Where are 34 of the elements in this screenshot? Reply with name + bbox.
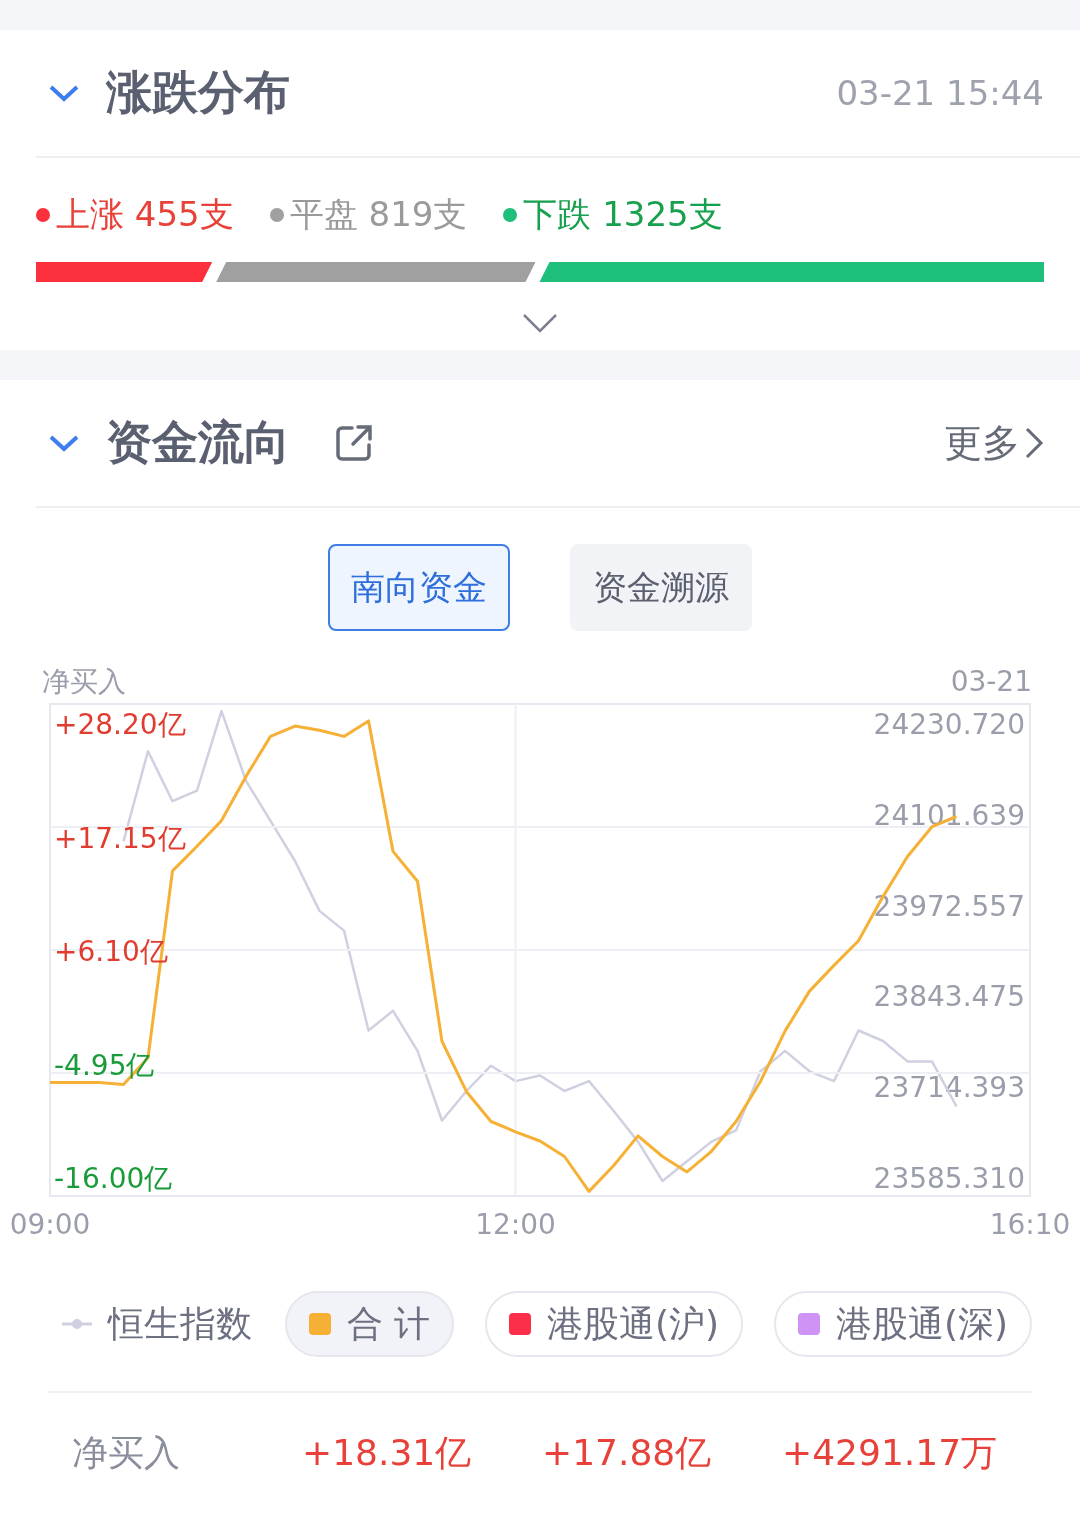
row-label: 净买入	[71, 1430, 181, 1475]
axis-label: 24101.639	[873, 798, 1025, 832]
legend-item[interactable]: 港股通(沪)	[485, 1291, 744, 1357]
axis-label: -16.00亿	[54, 1162, 173, 1196]
axis-label: +28.20亿	[54, 708, 186, 742]
axis-title: 净买入	[42, 665, 126, 698]
share-icon[interactable]	[334, 423, 374, 463]
section-title: 资金流向	[106, 414, 290, 471]
expand-icon[interactable]	[522, 312, 558, 334]
legend-item[interactable]: 港股通(深)	[773, 1291, 1032, 1357]
count-label: 下跌 1325支	[523, 193, 723, 236]
net-buy-value: +4291.17万	[782, 1430, 999, 1475]
chevron-icon[interactable]	[48, 83, 80, 103]
axis-label: 09:00	[9, 1208, 91, 1241]
axis-label: 23585.310	[873, 1162, 1025, 1195]
axis-label: 12:00	[475, 1208, 556, 1241]
chevron-icon[interactable]	[48, 433, 80, 453]
legend-item[interactable]: 合 计	[284, 1291, 455, 1357]
axis-label: 16:10	[989, 1208, 1071, 1241]
date-label: 03-21	[950, 665, 1032, 698]
net-buy-value: +18.31亿	[302, 1430, 473, 1475]
tab[interactable]: 南向资金	[328, 544, 510, 631]
chevron-right-icon	[1024, 426, 1044, 460]
timestamp: 03-21 15:44	[836, 73, 1044, 113]
tab[interactable]: 资金溯源	[570, 544, 752, 631]
more-link[interactable]: 更多	[944, 417, 1044, 469]
net-buy-value: +17.88亿	[542, 1430, 713, 1475]
axis-label: +17.15亿	[54, 821, 186, 855]
count-label: 平盘 819支	[289, 193, 468, 236]
axis-label: 24230.720	[873, 708, 1025, 741]
axis-label: 23714.393	[873, 1071, 1025, 1105]
axis-label: 23843.475	[873, 980, 1025, 1014]
section-title: 涨跌分布	[106, 64, 290, 121]
count-label: 上涨 455支	[56, 193, 234, 236]
